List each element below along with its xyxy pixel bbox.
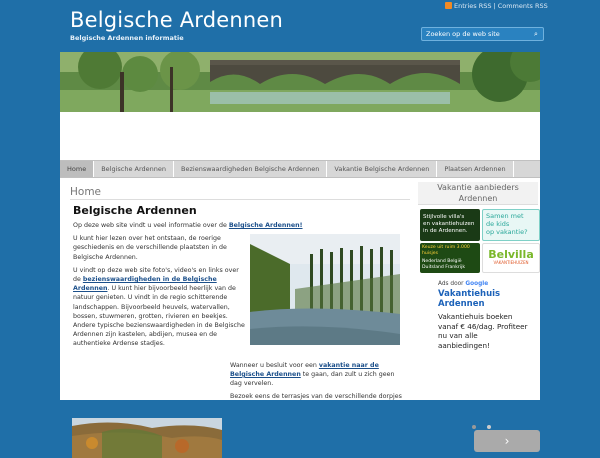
search-icon[interactable]: ⌕ — [532, 30, 540, 38]
ad-text-title[interactable]: Vakantiehuis Ardennen — [438, 289, 533, 309]
intro-text: Op deze web site vindt u veel informatie… — [73, 222, 229, 229]
ad2-line2: de kids — [486, 220, 510, 228]
autumn-valley-photo — [72, 418, 222, 458]
rss-icon — [445, 2, 452, 9]
ad-page-dot[interactable] — [487, 425, 491, 429]
main-content: Home Belgische Ardennen Op deze web site… — [70, 186, 410, 458]
search-box: ⌕ — [421, 27, 544, 41]
header-banner-image — [60, 52, 540, 112]
sights-paragraph: U vindt op deze web site foto's, video's… — [73, 266, 245, 349]
forest-river-photo — [250, 234, 400, 345]
breadcrumb: Home — [70, 186, 410, 200]
nav-item-home[interactable]: Home — [60, 161, 95, 177]
nav-item-plaatsen[interactable]: Plaatsen Ardennen — [437, 161, 514, 177]
ad3-line3: Duitsland Frankrijk — [422, 265, 465, 270]
sights-text-b: . U kunt hier bijvoorbeeld heerlijk van … — [73, 285, 245, 348]
terraces-paragraph: Bezoek eens de terrasjes van de verschil… — [230, 393, 402, 401]
ad-stijlvolle-villas[interactable]: Stijlvolle villa's en vakantiehuizen in … — [420, 209, 480, 241]
entries-rss-link[interactable]: Entries RSS — [454, 2, 491, 10]
vacation-text-a: Wanneer u besluit voor een — [230, 361, 319, 369]
vacation-paragraph: Wanneer u besluit voor een vakantie naar… — [230, 361, 406, 389]
ad1-line1: Stijlvolle villa's — [423, 214, 465, 220]
rss-links: Entries RSS | Comments RSS — [445, 2, 548, 10]
ad-next-button[interactable]: › — [474, 430, 540, 452]
nav-item-belgische-ardennen[interactable]: Belgische Ardennen — [94, 161, 175, 177]
ad1-line2: en vakantiehuizen — [423, 221, 475, 227]
google-logo: Google — [465, 281, 489, 287]
post-title[interactable]: Belgische Ardennen — [73, 204, 410, 217]
nav-item-bezienswaardigheden[interactable]: Bezienswaardigheden Belgische Ardennen — [174, 161, 328, 177]
ad-keuze-huisjes[interactable]: Keuze uit ruim 3.000 huisjes Nederland B… — [420, 243, 480, 273]
ad-text-body: Vakantiehuis boeken vanaf € 46/dag. Prof… — [438, 312, 528, 350]
history-paragraph: U kunt hier lezen over het ontstaan, de … — [73, 235, 227, 261]
belgische-ardennen-link[interactable]: Belgische Ardennen! — [229, 222, 303, 229]
ads-by-label: Ads door — [438, 281, 464, 287]
ads-by-google: Ads door Google — [438, 281, 488, 287]
ad2-line3: op vakantie? — [486, 228, 528, 236]
sidebar-heading: Vakantie aanbieders Ardennen — [418, 182, 538, 205]
ad-belvilla[interactable]: Belvilla VAKANTIEHUIZEN — [482, 243, 540, 273]
ad-page-dot[interactable] — [472, 425, 476, 429]
intro-paragraph: Op deze web site vindt u veel informatie… — [73, 221, 410, 230]
header-blank-area — [60, 112, 540, 160]
nav-item-vakantie[interactable]: Vakantie Belgische Ardennen — [327, 161, 438, 177]
ad3-line1: Keuze uit ruim 3.000 huisjes — [422, 245, 470, 256]
rss-separator: | — [493, 2, 496, 10]
main-nav: Home Belgische Ardennen Bezienswaardighe… — [60, 160, 540, 178]
sidebar: Vakantie aanbieders Ardennen Stijlvolle … — [418, 182, 540, 452]
site-tagline: Belgische Ardennen informatie — [70, 34, 184, 42]
ad1-line3: in de Ardennen. — [423, 228, 468, 234]
ad-samen-met-kids[interactable]: Samen met de kids op vakantie? — [482, 209, 540, 241]
site-title[interactable]: Belgische Ardennen — [70, 8, 283, 32]
ad2-line1: Samen met — [486, 212, 524, 220]
comments-rss-link[interactable]: Comments RSS — [498, 2, 548, 10]
page-container: Home Belgische Ardennen Bezienswaardighe… — [60, 52, 540, 458]
search-input[interactable] — [426, 29, 526, 39]
